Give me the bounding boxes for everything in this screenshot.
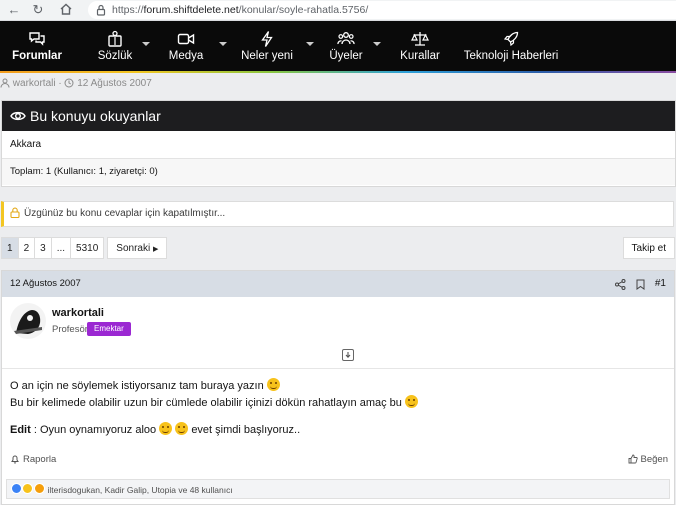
- like-button[interactable]: Beğen: [628, 454, 668, 465]
- user-badge: Emektar: [87, 322, 131, 336]
- eye-icon: [10, 111, 26, 121]
- post: 12 Ağustos 2007 #1 warkortali Profesör E…: [1, 270, 675, 505]
- page-jump[interactable]: ...: [50, 237, 72, 259]
- post-footer: Raporla Beğen: [10, 454, 668, 470]
- book-person-icon: [108, 30, 122, 47]
- chevron-down-icon[interactable]: [373, 42, 381, 46]
- avatar[interactable]: [10, 303, 46, 339]
- report-link[interactable]: Raporla: [10, 454, 56, 465]
- clock-icon: [64, 78, 74, 88]
- readers-title: Bu konuyu okuyanlar: [30, 108, 161, 124]
- nav-teknoloji-haberleri[interactable]: Teknoloji Haberleri: [462, 21, 560, 71]
- chevron-down-icon[interactable]: [306, 42, 314, 46]
- notice-text: Üzgünüz bu konu cevaplar için kapatılmış…: [24, 208, 226, 219]
- thumbs-up-icon: [628, 454, 638, 464]
- address-bar[interactable]: https://forum.shiftdelete.net/konular/so…: [88, 1, 676, 19]
- reactions-bar[interactable]: ilterisdogukan, Kadir Galip, Utopia ve 4…: [6, 479, 670, 499]
- reaction-users: ilterisdogukan, Kadir Galip, Utopia ve 4…: [47, 485, 233, 495]
- post-line-2: Bu bir kelimede olabilir uzun bir cümled…: [10, 395, 418, 412]
- users-icon: [337, 32, 355, 45]
- chevron-down-icon[interactable]: [142, 42, 150, 46]
- post-number[interactable]: #1: [655, 271, 666, 297]
- user-title: Profesör: [52, 324, 88, 335]
- back-icon[interactable]: ←: [6, 2, 22, 18]
- laugh-reaction-icon: [22, 483, 34, 494]
- readers-list: Akkara: [2, 131, 675, 159]
- share-icon[interactable]: [614, 278, 626, 290]
- love-reaction-icon: [33, 483, 45, 494]
- nav-forumlar[interactable]: Forumlar: [8, 21, 66, 71]
- lock-icon: [96, 4, 106, 16]
- next-page-button[interactable]: Sonraki ▶: [107, 237, 168, 259]
- page-link-2[interactable]: 2: [17, 237, 36, 259]
- page-link-3[interactable]: 3: [34, 237, 52, 259]
- video-camera-icon: [177, 33, 195, 45]
- reader-name[interactable]: Akkara: [10, 139, 41, 150]
- readers-block: Bu konuyu okuyanlar Akkara Toplam: 1 (Ku…: [1, 100, 676, 187]
- bell-icon: [11, 455, 19, 464]
- nav-accent-stripe: [0, 71, 676, 73]
- url-text: https://forum.shiftdelete.net/konular/so…: [112, 4, 369, 16]
- readers-header: Bu konuyu okuyanlar: [2, 101, 675, 131]
- readers-total: Toplam: 1 (Kullanıcı: 1, ziyaretçi: 0): [2, 159, 675, 185]
- wink-emoji-icon: [266, 378, 280, 391]
- lock-icon: [10, 207, 20, 219]
- chevron-right-icon: ▶: [152, 246, 159, 253]
- post-line-3: Edit : Oyun oynamıyoruz aloo evet şimdi …: [10, 422, 301, 436]
- browser-toolbar: ← ↻ https://forum.shiftdelete.net/konula…: [0, 0, 676, 21]
- like-reaction-icon: [11, 483, 22, 494]
- post-header: 12 Ağustos 2007 #1: [2, 271, 674, 297]
- home-icon[interactable]: [58, 2, 74, 18]
- thread-author[interactable]: warkortali: [13, 78, 56, 89]
- reload-icon[interactable]: ↻: [30, 2, 46, 18]
- thread-closed-notice: Üzgünüz bu konu cevaplar için kapatılmış…: [1, 201, 674, 227]
- nav-sozluk[interactable]: Sözlük: [90, 21, 140, 71]
- divider: [2, 368, 674, 369]
- nav-uyeler[interactable]: Üyeler: [326, 21, 366, 71]
- page-link-last[interactable]: 5310: [70, 237, 105, 259]
- chat-bubbles-icon: [29, 32, 45, 46]
- nav-medya[interactable]: Medya: [164, 21, 208, 71]
- thread-meta: warkortali · 12 Ağustos 2007: [0, 78, 152, 94]
- post-date[interactable]: 12 Ağustos 2007: [10, 278, 81, 289]
- main-nav: Forumlar Sözlük Medya Neler yeni Üyeler …: [0, 21, 676, 71]
- grin-emoji-icon: [159, 422, 173, 435]
- post-username[interactable]: warkortali: [52, 307, 104, 319]
- scales-icon: [411, 32, 429, 46]
- wink-emoji-icon: [404, 395, 418, 408]
- thread-date[interactable]: 12 Ağustos 2007: [77, 78, 152, 89]
- pagination: 1 2 3 ... 5310 Sonraki ▶: [1, 237, 168, 259]
- lightning-icon: [261, 31, 273, 47]
- post-user-block: warkortali Profesör Emektar: [10, 303, 670, 365]
- user-icon: [0, 78, 10, 88]
- rocket-icon: [503, 31, 519, 47]
- follow-button[interactable]: Takip et: [622, 237, 675, 259]
- bookmark-icon[interactable]: [636, 279, 645, 290]
- nav-kurallar[interactable]: Kurallar: [396, 21, 444, 71]
- post-line-1: O an için ne söylemek istiyorsanız tam b…: [10, 378, 418, 395]
- expand-icon[interactable]: [342, 349, 354, 361]
- post-body: O an için ne söylemek istiyorsanız tam b…: [10, 378, 418, 439]
- smile-emoji-icon: [175, 422, 189, 435]
- chevron-down-icon[interactable]: [219, 42, 227, 46]
- nav-neler-yeni[interactable]: Neler yeni: [240, 21, 294, 71]
- page-link-1[interactable]: 1: [1, 237, 19, 259]
